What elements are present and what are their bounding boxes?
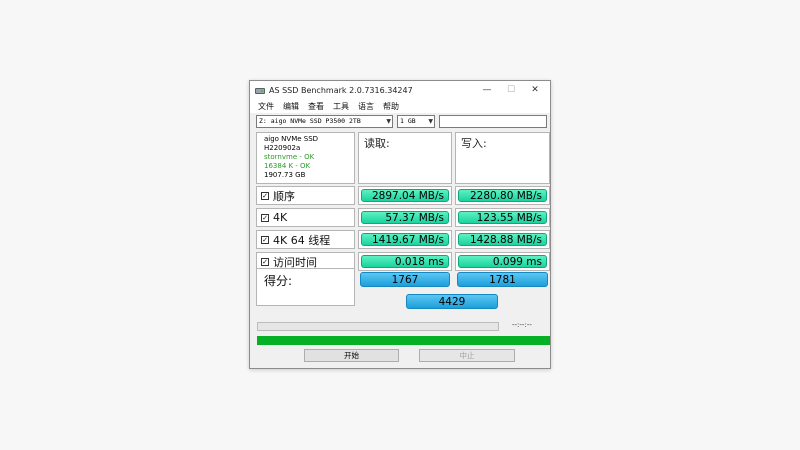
test-size-select[interactable]: 1 GB ▼ [397, 115, 435, 128]
score-write-value: 1781 [457, 272, 548, 287]
result-value: 2897.04 MB/s [361, 189, 449, 202]
drive-select[interactable]: Z: aigo NVMe SSD P3500 2TB ▼ [256, 115, 393, 128]
row-seq-label[interactable]: ✓ 顺序 [256, 186, 355, 205]
row-label-text: 4K [273, 211, 288, 224]
toolbar: Z: aigo NVMe SSD P3500 2TB ▼ 1 GB ▼ [250, 115, 550, 129]
score-area: 1767 1781 4429 [358, 268, 550, 316]
read-column-header: 读取: [358, 132, 452, 184]
menu-file[interactable]: 文件 [258, 101, 274, 112]
progress-bar [257, 322, 499, 331]
checkbox-checked-icon[interactable]: ✓ [261, 191, 269, 200]
result-value: 2280.80 MB/s [458, 189, 547, 202]
maximize-button[interactable]: ☐ [500, 81, 522, 100]
alignment-status: 16384 K - OK [264, 162, 311, 170]
drive-capacity: 1907.73 GB [264, 171, 306, 179]
window-title: AS SSD Benchmark 2.0.7316.34247 [269, 86, 413, 95]
checkbox-checked-icon[interactable]: ✓ [261, 235, 269, 244]
score-label: 得分: [256, 268, 355, 306]
drive-info-panel: aigo NVMe SSD H220902a stornvme - OK 163… [256, 132, 355, 184]
drive-model: aigo NVMe SSD [264, 135, 319, 143]
app-window: AS SSD Benchmark 2.0.7316.34247 — ☐ ✕ 文件… [249, 80, 551, 369]
write-column-header: 写入: [455, 132, 550, 184]
row-label-text: 顺序 [273, 189, 295, 203]
result-value: 1428.88 MB/s [458, 233, 547, 246]
score-write: 1781 [455, 270, 550, 289]
drive-firmware: H220902a [264, 144, 301, 152]
test-size-value: 1 GB [400, 117, 416, 125]
chevron-down-icon: ▼ [428, 118, 433, 125]
row-seq-read: 2897.04 MB/s [358, 186, 452, 205]
result-value: 0.018 ms [361, 255, 449, 268]
hard-disk-icon [255, 87, 265, 95]
row-4k-label[interactable]: ✓ 4K [256, 208, 355, 227]
row-4k64-label[interactable]: ✓ 4K 64 线程 [256, 230, 355, 249]
result-value: 57.37 MB/s [361, 211, 449, 224]
start-button[interactable]: 开始 [304, 349, 399, 362]
score-total: 4429 [404, 292, 500, 311]
row-4k-read: 57.37 MB/s [358, 208, 452, 227]
menu-language[interactable]: 语言 [358, 101, 374, 112]
score-read: 1767 [358, 270, 452, 289]
score-read-value: 1767 [360, 272, 450, 287]
driver-status: stornvme - OK [264, 153, 315, 161]
minimize-button[interactable]: — [476, 81, 498, 100]
row-4k-write: 123.55 MB/s [455, 208, 550, 227]
status-bar-green [257, 336, 550, 345]
close-button[interactable]: ✕ [524, 81, 546, 100]
row-seq-write: 2280.80 MB/s [455, 186, 550, 205]
stop-button[interactable]: 中止 [419, 349, 515, 362]
chevron-down-icon: ▼ [386, 118, 391, 125]
menu-view[interactable]: 查看 [308, 101, 324, 112]
drive-select-value: Z: aigo NVMe SSD P3500 2TB [259, 117, 361, 125]
result-value: 123.55 MB/s [458, 211, 547, 224]
checkbox-checked-icon[interactable]: ✓ [261, 257, 269, 266]
row-4k64-read: 1419.67 MB/s [358, 230, 452, 249]
row-label-text: 4K 64 线程 [273, 233, 331, 247]
menu-edit[interactable]: 编辑 [283, 101, 299, 112]
text-field[interactable] [439, 115, 547, 128]
row-4k64-write: 1428.88 MB/s [455, 230, 550, 249]
title-bar[interactable]: AS SSD Benchmark 2.0.7316.34247 — ☐ ✕ [250, 81, 550, 100]
menu-help[interactable]: 帮助 [383, 101, 399, 112]
elapsed-time: --:--:-- [512, 321, 532, 329]
menu-tools[interactable]: 工具 [333, 101, 349, 112]
menu-bar: 文件 编辑 查看 工具 语言 帮助 [250, 100, 550, 113]
checkbox-checked-icon[interactable]: ✓ [261, 213, 269, 222]
score-total-value: 4429 [406, 294, 498, 309]
result-value: 1419.67 MB/s [361, 233, 449, 246]
result-value: 0.099 ms [458, 255, 547, 268]
